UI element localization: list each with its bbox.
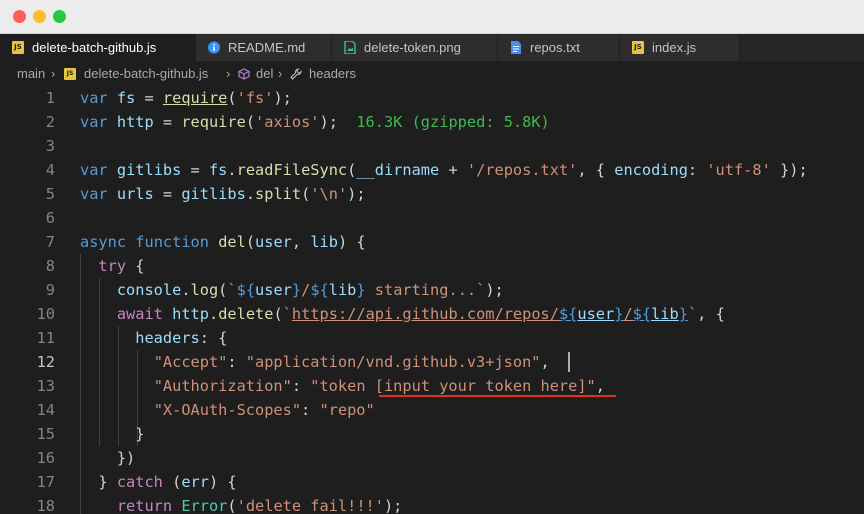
text-file-icon xyxy=(511,41,521,54)
tab-delete-token-png[interactable]: delete-token.png xyxy=(332,34,498,61)
breadcrumb-symbol[interactable]: headers xyxy=(309,61,356,87)
tab-index-js[interactable]: JS index.js xyxy=(620,34,740,61)
code-text: } catch (err) { xyxy=(80,473,237,491)
tab-delete-batch-github-js[interactable]: JS delete-batch-github.js xyxy=(0,34,196,61)
code-line: 10 await http.delete(`https://api.github… xyxy=(0,302,864,326)
line-number: 18 xyxy=(36,497,55,514)
tab-label: delete-batch-github.js xyxy=(32,40,157,55)
image-file-icon xyxy=(344,41,356,54)
code-line: 11 headers: { xyxy=(0,326,864,350)
chevron-right-icon: › xyxy=(278,66,283,81)
js-file-icon: JS xyxy=(12,41,24,54)
code-text: }) xyxy=(116,449,136,467)
code-line: 18 return Error('delete fail!!!'); xyxy=(0,494,864,514)
import-cost-hint: 16.3K (gzipped: 5.8K) xyxy=(356,113,550,131)
code-text: var http = require('axios'); 16.3K (gzip… xyxy=(80,113,550,131)
title-bar xyxy=(0,0,864,34)
tab-label: index.js xyxy=(652,40,697,55)
code-line: 15 } xyxy=(0,422,864,446)
code-editor[interactable]: 1 var fs = require('fs'); 2 var http = r… xyxy=(0,86,864,514)
code-line: 2 var http = require('axios'); 16.3K (gz… xyxy=(0,110,864,134)
code-text: var urls = gitlibs.split('\n'); xyxy=(80,185,366,203)
line-number: 1 xyxy=(45,89,55,107)
line-number: 9 xyxy=(45,281,55,299)
line-number: 5 xyxy=(45,185,55,203)
line-number: 15 xyxy=(36,425,55,443)
line-number: 12 xyxy=(36,353,55,371)
tab-readme-md[interactable]: README.md xyxy=(196,34,332,61)
code-line: 9 console.log(`${user}/${lib} starting..… xyxy=(0,278,864,302)
code-text: return Error('delete fail!!!'); xyxy=(116,497,403,514)
line-number: 17 xyxy=(36,473,55,491)
tab-label: delete-token.png xyxy=(364,40,461,55)
code-line: 5 var urls = gitlibs.split('\n'); xyxy=(0,182,864,206)
minimize-window-button[interactable] xyxy=(33,10,46,23)
tab-label: repos.txt xyxy=(530,40,580,55)
js-file-icon: JS xyxy=(632,41,644,54)
wrench-icon xyxy=(290,68,302,80)
line-number: 4 xyxy=(45,161,55,179)
code-line: 17 } catch (err) { xyxy=(0,470,864,494)
code-line: 7 async function del(user, lib) { xyxy=(0,230,864,254)
code-text: var fs = require('fs'); xyxy=(80,89,292,107)
text-cursor xyxy=(568,352,570,372)
chevron-right-icon: › xyxy=(226,66,231,81)
line-number: 14 xyxy=(36,401,55,419)
code-text: "Accept": "application/vnd.github.v3+jso… xyxy=(153,353,550,371)
code-text: async function del(user, lib) { xyxy=(80,233,366,251)
editor-window: JS delete-batch-github.js README.md dele… xyxy=(0,0,864,514)
code-line-current: 12 "Accept": "application/vnd.github.v3+… xyxy=(0,350,864,374)
code-line: 6 xyxy=(0,206,864,230)
breadcrumb-root[interactable]: main xyxy=(17,61,45,87)
breadcrumb-file[interactable]: delete-batch-github.js xyxy=(84,61,208,87)
code-text: headers: { xyxy=(135,329,228,347)
highlight-underline xyxy=(379,395,616,397)
tab-repos-txt[interactable]: repos.txt xyxy=(498,34,620,61)
line-number: 16 xyxy=(36,449,55,467)
line-number: 10 xyxy=(36,305,55,323)
line-number: 3 xyxy=(45,137,55,155)
code-text: "X-OAuth-Scopes": "repo" xyxy=(153,401,375,419)
code-text: console.log(`${user}/${lib} starting...`… xyxy=(116,281,504,299)
close-window-button[interactable] xyxy=(13,10,26,23)
line-number: 7 xyxy=(45,233,55,251)
code-line: 8 try { xyxy=(0,254,864,278)
breadcrumb-function[interactable]: del xyxy=(256,61,273,87)
js-file-icon: JS xyxy=(64,68,76,80)
method-cube-icon xyxy=(238,68,250,80)
code-line: 3 xyxy=(0,134,864,158)
line-number: 13 xyxy=(36,377,55,395)
code-line: 16 }) xyxy=(0,446,864,470)
code-text: var gitlibs = fs.readFileSync(__dirname … xyxy=(80,161,808,179)
tab-bar: JS delete-batch-github.js README.md dele… xyxy=(0,34,864,61)
url-link[interactable]: https://api.github.com/repos/ xyxy=(292,305,559,323)
info-icon xyxy=(208,41,220,54)
chevron-right-icon: › xyxy=(51,66,56,81)
code-line: 1 var fs = require('fs'); xyxy=(0,86,864,110)
line-number: 6 xyxy=(45,209,55,227)
code-line: 4 var gitlibs = fs.readFileSync(__dirnam… xyxy=(0,158,864,182)
code-text: } xyxy=(135,425,145,443)
line-number: 8 xyxy=(45,257,55,275)
tab-label: README.md xyxy=(228,40,306,55)
line-number: 2 xyxy=(45,113,55,131)
breadcrumb: main › JS delete-batch-github.js › del ›… xyxy=(0,61,864,87)
code-line: 14 "X-OAuth-Scopes": "repo" xyxy=(0,398,864,422)
code-text: await http.delete(`https://api.github.co… xyxy=(116,305,725,323)
code-text: try { xyxy=(98,257,145,275)
maximize-window-button[interactable] xyxy=(53,10,66,23)
line-number: 11 xyxy=(36,329,55,347)
